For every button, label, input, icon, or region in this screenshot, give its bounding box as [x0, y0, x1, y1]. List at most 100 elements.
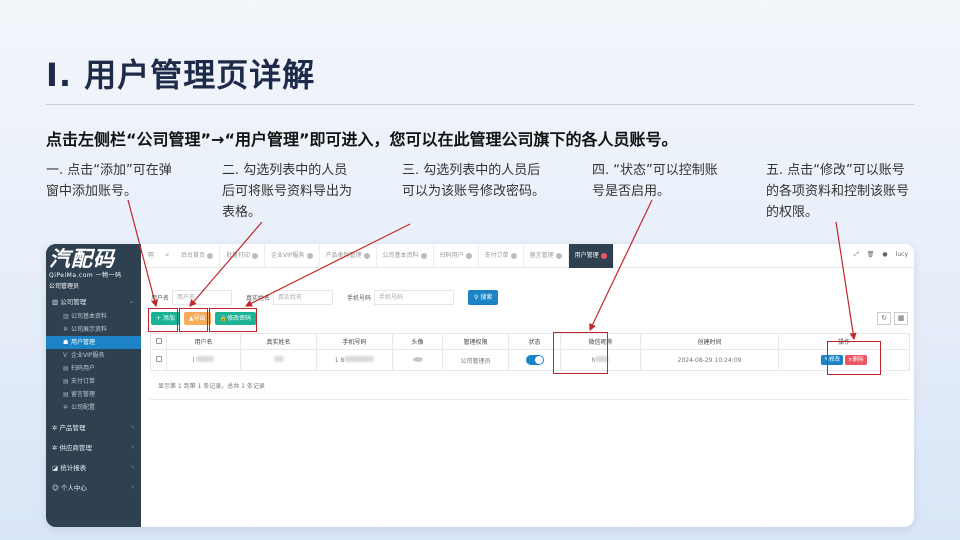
app-screenshot: 汽配码 QiPeiMa.com 一物一码 公司管理员 ▥ 公司管理 ⌄ ▥ 公司基… [46, 244, 914, 527]
username[interactable]: lucy [896, 251, 908, 259]
title-divider [46, 104, 914, 105]
top-right-controls: ⤢ 🗑 ● lucy [854, 251, 908, 259]
username-label: 用户名 [151, 295, 170, 302]
tab-messages[interactable]: 留言管理 [524, 244, 569, 268]
close-icon[interactable] [510, 252, 517, 259]
tab-product-category[interactable]: 产品类别管理 [320, 244, 377, 268]
tab-label: 后台首页 [181, 252, 206, 259]
table-tools: ↻ ▦ [877, 312, 908, 325]
avatar[interactable]: ● [882, 251, 887, 259]
highlight-change-password [209, 308, 257, 332]
cell-phone-text: 1 8 [334, 357, 345, 364]
sidebar-item-label: 企业VIP服务 [71, 352, 105, 359]
sidebar-group-label: 供应商管理 [59, 444, 93, 452]
sidebar-item-company-display[interactable]: ✲ 公司展示资料 [46, 323, 141, 336]
sidebar-item-scan-users[interactable]: ▤ 扫码用户 [46, 362, 141, 375]
chevron-left-icon: ‹ [131, 424, 134, 431]
tabs: 后台首页 批量打印 企业VIP服务 产品类别管理 公司基本资料 扫码用户 支付订… [175, 244, 614, 268]
close-icon[interactable] [207, 252, 214, 259]
divider [150, 399, 910, 400]
tab-user-management[interactable]: 用户管理 [568, 244, 614, 268]
col-created[interactable]: 创建时间 [640, 333, 779, 350]
cell-avatar [392, 349, 443, 371]
tab-label: 批量打印 [226, 252, 251, 259]
sidebar-item-company-info[interactable]: ▥ 公司基本资料 [46, 310, 141, 323]
close-icon[interactable] [600, 252, 607, 259]
users-table: 用户名 真实姓名 手机号码 头像 管理权限 状态 微信昵称 创建时间 操作 l … [150, 333, 910, 371]
note-edit: 五. 点击“修改”可以账号的各项资料和控制该账号的权限。 [766, 163, 910, 220]
sidebar-item-users[interactable]: ☗ 用户管理 [46, 336, 141, 349]
slide-subtitle: 点击左侧栏“公司管理”→“用户管理”即可进入，您可以在此管理公司旗下的各人员账号… [46, 130, 678, 149]
vip-icon: V [63, 352, 68, 359]
tab-label: 支付订单 [484, 252, 509, 259]
sidebar-item-label: 公司基本资料 [71, 313, 108, 320]
sidebar-item-label: 公司展示资料 [71, 326, 108, 333]
sidebar-item-company-config[interactable]: ✲ 公司配置 [46, 401, 141, 414]
sidebar-group-reports[interactable]: ◪ 统计报表 ‹ [46, 460, 141, 476]
cell-username: l [166, 349, 241, 371]
tab-scan-users[interactable]: 扫码用户 [434, 244, 479, 268]
cell-phone: 1 8 [316, 349, 393, 371]
highlight-status [553, 332, 608, 374]
list-icon: ▤ [63, 365, 69, 372]
col-username[interactable]: 用户名 [166, 333, 241, 350]
sidebar-group-suppliers[interactable]: ✲ 供应商管理 ‹ [46, 440, 141, 456]
note-add: 一. 点击“添加”可在弹窗中添加账号。 [46, 163, 172, 199]
status-toggle[interactable] [525, 355, 544, 365]
gear-icon: ✲ [63, 326, 69, 333]
pagination-info: 显示第 1 到第 1 条记录，总共 1 条记录 [158, 383, 265, 390]
sidebar-item-orders[interactable]: ▤ 支付订单 [46, 375, 141, 388]
refresh-icon[interactable]: ↻ [877, 312, 891, 325]
sidebar-item-vip[interactable]: V 企业VIP服务 [46, 349, 141, 362]
cell-realname [240, 349, 317, 371]
select-all-checkbox[interactable] [150, 333, 167, 350]
sidebar: 汽配码 QiPeiMa.com 一物一码 公司管理员 ▥ 公司管理 ⌄ ▥ 公司基… [46, 244, 141, 527]
sidebar-group-products[interactable]: ✲ 产品管理 ‹ [46, 420, 141, 436]
sidebar-group-label: 公司管理 [60, 298, 87, 306]
fullscreen-icon[interactable]: ⤢ [854, 251, 859, 259]
close-icon[interactable] [306, 252, 313, 259]
realname-input[interactable]: 真实姓名 [273, 290, 334, 305]
tab-label: 留言管理 [529, 252, 554, 259]
close-icon[interactable] [465, 252, 472, 259]
col-phone[interactable]: 手机号码 [316, 333, 393, 350]
double-left-icon[interactable]: « [165, 251, 169, 259]
chevron-left-icon: ‹ [131, 484, 134, 491]
row-checkbox[interactable] [150, 349, 167, 371]
columns-icon[interactable]: ▦ [894, 312, 908, 325]
close-icon[interactable] [252, 252, 259, 259]
logo: 汽配码 QiPeiMa.com 一物一码 公司管理员 [46, 244, 141, 290]
tab-home[interactable]: 后台首页 [175, 244, 221, 268]
users-icon: ☗ [63, 339, 69, 346]
list-icon: ▤ [63, 391, 69, 398]
sidebar-group-company[interactable]: ▥ 公司管理 ⌄ [46, 294, 141, 310]
tab-label: 扫码用户 [439, 252, 464, 259]
tab-vip[interactable]: 企业VIP服务 [265, 244, 320, 268]
search-button[interactable]: ⚲ 搜索 [468, 290, 499, 305]
phone-input[interactable]: 手机号码 [374, 290, 455, 305]
tab-orders[interactable]: 支付订单 [479, 244, 524, 268]
search-button-label: 搜索 [480, 294, 493, 301]
search-filters: 用户名 用户名 真实姓名 真实姓名 手机号码 手机号码 ⚲ 搜索 [151, 290, 499, 305]
note-status: 四. “状态”可以控制账号是否启用。 [592, 163, 718, 199]
highlight-export [179, 308, 208, 332]
sidebar-item-label: 留言管理 [71, 391, 96, 398]
close-icon[interactable] [420, 252, 427, 259]
hamburger-icon[interactable]: ≡ [147, 250, 155, 260]
username-input[interactable]: 用户名 [172, 290, 233, 305]
tab-batch-print[interactable]: 批量打印 [220, 244, 266, 268]
table-header: 用户名 真实姓名 手机号码 头像 管理权限 状态 微信昵称 创建时间 操作 [150, 333, 910, 350]
list-icon: ▤ [63, 378, 69, 385]
close-icon[interactable] [555, 252, 562, 259]
sidebar-group-profile[interactable]: ☺ 个人中心 ‹ [46, 480, 141, 496]
close-icon[interactable] [363, 252, 370, 259]
col-realname[interactable]: 真实姓名 [240, 333, 317, 350]
trash-icon[interactable]: 🗑 [867, 251, 875, 259]
avatar [412, 356, 423, 362]
bank-icon: ▥ [63, 313, 69, 320]
tab-company-info[interactable]: 公司基本资料 [377, 244, 434, 268]
table-row: l 1 8 公司管理员 h 2024-08-29 10:24:09 ✎修改 ×删除 [150, 349, 910, 371]
sidebar-item-messages[interactable]: ▤ 留言管理 [46, 388, 141, 401]
sidebar-group-label: 产品管理 [59, 424, 86, 432]
tab-label: 用户管理 [574, 252, 599, 259]
